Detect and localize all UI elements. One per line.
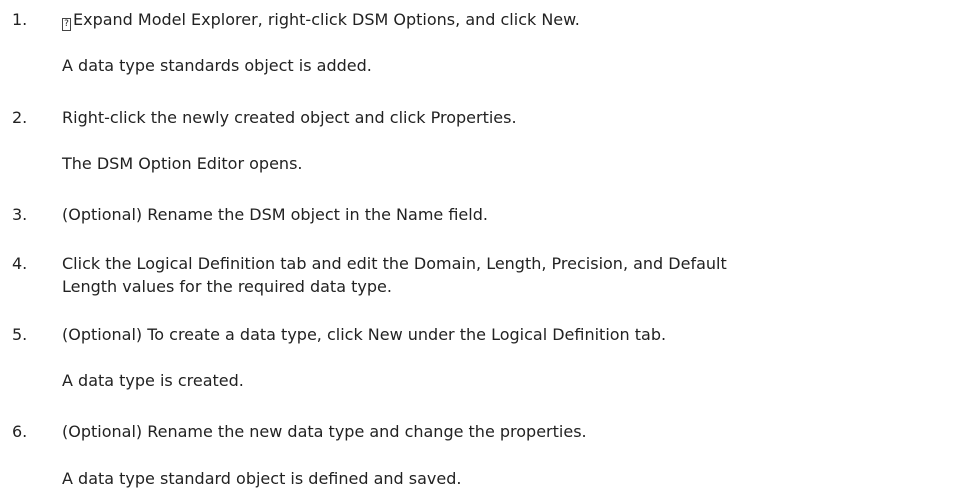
step-result: A data type standards object is added. (62, 56, 372, 75)
step-instruction: (Optional) Rename the new data type and … (62, 422, 587, 441)
step-number: 6. (12, 422, 28, 441)
step-instruction: Right-click the newly created object and… (62, 108, 517, 127)
step-result: A data type standard object is defined a… (62, 469, 462, 488)
step-number: 5. (12, 325, 28, 344)
missing-glyph-icon: ? (62, 18, 71, 31)
step-result: A data type is created. (62, 371, 244, 390)
step-number: 2. (12, 108, 28, 127)
step-number: 1. (12, 10, 28, 29)
step-instruction: ? Expand Model Explorer, right-click DSM … (62, 9, 962, 31)
step-instruction: (Optional) To create a data type, click … (62, 325, 667, 344)
step-instruction-text: Expand Model Explorer, right-click DSM O… (73, 10, 580, 29)
step-number: 3. (12, 205, 28, 224)
step-instruction-line-1: Click the Logical Definition tab and edi… (62, 254, 727, 273)
step-number: 4. (12, 254, 28, 273)
step-result: The DSM Option Editor opens. (62, 154, 303, 173)
step-instruction: (Optional) Rename the DSM object in the … (62, 205, 488, 224)
step-instruction-line-2: Length values for the required data type… (62, 277, 392, 296)
